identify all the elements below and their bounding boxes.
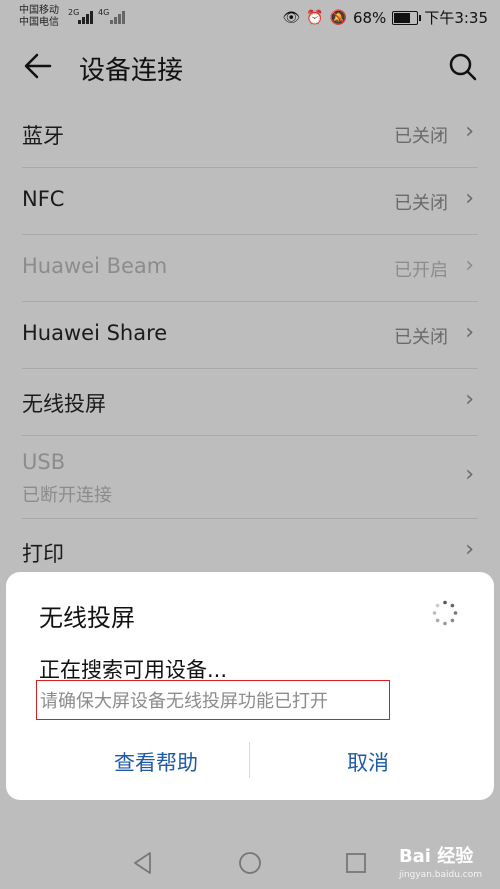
list-item-label: USB: [22, 450, 66, 474]
loading-spinner-icon: [432, 600, 458, 626]
dialog-hint-highlight: 请确保大屏设备无线投屏功能已打开: [36, 680, 390, 720]
dialog-hint: 请确保大屏设备无线投屏功能已打开: [40, 691, 328, 712]
signal-icon-1: [78, 10, 93, 24]
title-bar: 设备连接: [0, 36, 500, 102]
alarm-icon: ⏰: [306, 9, 324, 26]
nav-home-icon[interactable]: [237, 850, 267, 876]
list-item-subtitle: 已断开连接: [22, 485, 112, 506]
carrier-1: 中国移动: [19, 5, 59, 16]
nav-back-icon[interactable]: [130, 850, 160, 876]
list-item-huawei-beam: Huawei Beam 已开启 ›: [22, 235, 478, 302]
list-item-value: 已关闭: [394, 193, 448, 214]
carrier-labels: 中国移动 中国电信: [19, 5, 59, 29]
carrier-2: 中国电信: [19, 17, 59, 28]
view-help-button[interactable]: 查看帮助: [66, 742, 246, 782]
status-icons: 👁 ⏰ 🔕 68% 下午3:35: [282, 7, 488, 28]
chevron-right-icon: ›: [465, 462, 474, 487]
list-item-usb: USB 已断开连接 ›: [22, 436, 478, 519]
button-divider: [249, 742, 250, 778]
list-item-huawei-share[interactable]: Huawei Share 已关闭 ›: [22, 302, 478, 369]
list-item-label: Huawei Share: [22, 321, 168, 345]
list-item-label: 蓝牙: [22, 124, 64, 148]
chevron-right-icon: ›: [465, 119, 474, 144]
network-type-2: 4G: [98, 8, 110, 17]
chevron-right-icon: ›: [465, 387, 474, 412]
back-arrow-icon[interactable]: [22, 48, 56, 88]
list-item-value: 已开启: [394, 260, 448, 281]
list-item-value: 已关闭: [394, 327, 448, 348]
battery-percent: 68%: [352, 8, 387, 27]
chevron-right-icon: ›: [465, 537, 474, 562]
list-item-bluetooth[interactable]: 蓝牙 已关闭 ›: [22, 102, 478, 168]
nav-recents-icon[interactable]: [343, 850, 373, 876]
chevron-right-icon: ›: [465, 320, 474, 345]
wireless-projection-dialog: 无线投屏 正在搜索可用设备... 请确保大屏设备无线投屏功能已打开 查看帮助 取…: [6, 572, 494, 800]
watermark-brand: Bai 经验: [398, 846, 474, 867]
navigation-bar: Bai 经验 jingyan.baidu.com: [0, 832, 500, 889]
list-item-label: 打印: [22, 542, 64, 566]
page-title: 设备连接: [79, 56, 184, 86]
settings-list: 蓝牙 已关闭 › NFC 已关闭 › Huawei Beam 已开启 › Hua…: [0, 102, 500, 585]
list-item-nfc[interactable]: NFC 已关闭 ›: [22, 168, 478, 235]
search-icon[interactable]: [448, 52, 478, 82]
list-item-label: Huawei Beam: [22, 254, 168, 278]
battery-icon: [392, 10, 422, 25]
list-item-wireless-projection[interactable]: 无线投屏 ›: [22, 369, 478, 436]
dialog-title: 无线投屏: [39, 604, 135, 632]
list-item-label: NFC: [22, 187, 65, 211]
list-item-label: 无线投屏: [22, 392, 106, 416]
mute-icon: 🔕: [329, 9, 347, 26]
status-bar: 中国移动 中国电信 2G 4G 👁 ⏰ 🔕 68% 下午3:35: [0, 0, 500, 36]
watermark-url: jingyan.baidu.com: [398, 870, 482, 880]
clock: 下午3:35: [424, 9, 488, 27]
chevron-right-icon: ›: [465, 186, 474, 211]
chevron-right-icon: ›: [465, 253, 474, 278]
cancel-button[interactable]: 取消: [270, 742, 466, 782]
baidu-jingyan-watermark: Bai 经验 jingyan.baidu.com: [399, 842, 482, 880]
list-item-value: 已关闭: [394, 126, 448, 147]
signal-icon-2: [110, 10, 125, 24]
eye-comfort-icon: 👁: [282, 9, 301, 26]
